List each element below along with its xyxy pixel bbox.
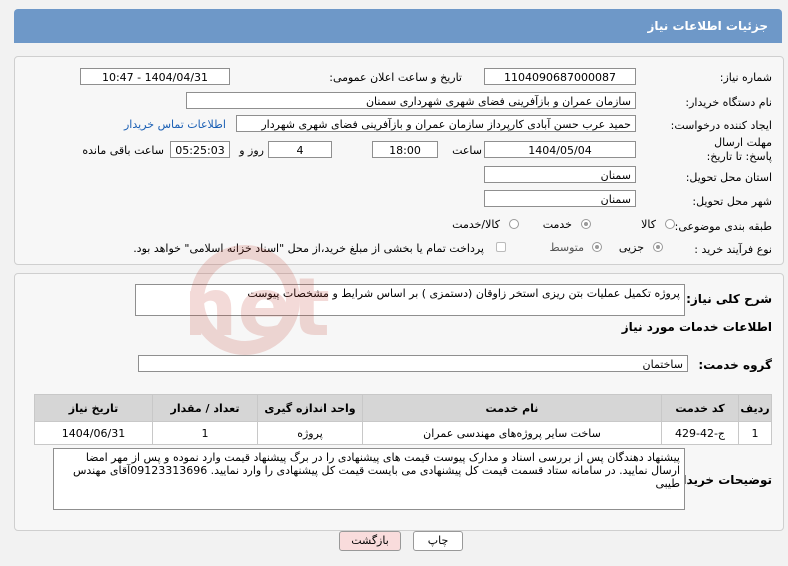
remaining-time-field[interactable]: 05:25:03 bbox=[170, 141, 230, 158]
service-group-field[interactable]: ساختمان bbox=[138, 355, 688, 372]
col-service-name: نام خدمت bbox=[362, 394, 662, 422]
summary-field[interactable]: پروژه تکمیل عملیات بتن ریزی استخر زاوقان… bbox=[135, 284, 685, 316]
process-radio-medium[interactable] bbox=[592, 242, 602, 252]
category-radio-goods[interactable] bbox=[665, 219, 675, 229]
announce-datetime-field[interactable]: 1404/04/31 - 10:47 bbox=[80, 68, 230, 85]
category-radio-service[interactable] bbox=[581, 219, 591, 229]
services-table: ردیف کد خدمت نام خدمت واحد اندازه گیری ت… bbox=[34, 394, 772, 445]
process-option-medium: متوسط bbox=[549, 241, 584, 254]
process-label: نوع فرآیند خرید : bbox=[694, 243, 772, 256]
category-label: طبقه بندی موضوعی: bbox=[674, 220, 772, 233]
table-row[interactable]: 1 ج-42-429 ساخت سایر پروژه‌های مهندسی عم… bbox=[34, 421, 772, 445]
page-title: جزئیات اطلاعات نیاز bbox=[647, 19, 768, 33]
announce-label: تاریخ و ساعت اعلان عمومی: bbox=[329, 71, 462, 84]
col-quantity: تعداد / مقدار bbox=[152, 394, 258, 422]
cell-unit: پروژه bbox=[257, 421, 363, 445]
cell-service-code: ج-42-429 bbox=[661, 421, 739, 445]
city-label: شهر محل تحویل: bbox=[692, 195, 772, 208]
category-radio-goods-service[interactable] bbox=[509, 219, 519, 229]
deadline-date-field[interactable]: 1404/05/04 bbox=[484, 141, 636, 158]
services-table-header: ردیف کد خدمت نام خدمت واحد اندازه گیری ت… bbox=[34, 394, 772, 422]
province-field[interactable]: سمنان bbox=[484, 166, 636, 183]
category-option-service: خدمت bbox=[542, 218, 572, 231]
service-group-label: گروه خدمت: bbox=[698, 358, 772, 372]
page-header: جزئیات اطلاعات نیاز bbox=[14, 9, 782, 43]
col-service-code: کد خدمت bbox=[661, 394, 739, 422]
cell-service-name: ساخت سایر پروژه‌های مهندسی عمران bbox=[362, 421, 662, 445]
need-number-label: شماره نیاز: bbox=[719, 71, 772, 84]
creator-label: ایجاد کننده درخواست: bbox=[670, 119, 772, 132]
print-button[interactable]: چاپ bbox=[413, 531, 463, 551]
remaining-label: ساعت باقی مانده bbox=[82, 144, 164, 157]
col-need-date: تاریخ نیاز bbox=[34, 394, 153, 422]
buyer-contact-link[interactable]: اطلاعات تماس خریدار bbox=[124, 118, 226, 131]
time-label: ساعت bbox=[452, 144, 482, 157]
category-option-goods-service: کالا/خدمت bbox=[452, 218, 500, 231]
cell-need-date: 1404/06/31 bbox=[34, 421, 153, 445]
col-row-number: ردیف bbox=[738, 394, 772, 422]
services-section-title: اطلاعات خدمات مورد نیاز bbox=[621, 320, 772, 334]
summary-label: شرح کلی نیاز: bbox=[686, 292, 772, 306]
cell-quantity: 1 bbox=[152, 421, 258, 445]
col-unit: واحد اندازه گیری bbox=[257, 394, 363, 422]
cell-row-number: 1 bbox=[738, 421, 772, 445]
back-button[interactable]: بازگشت bbox=[339, 531, 401, 551]
need-number-field[interactable]: 1104090687000087 bbox=[484, 68, 636, 85]
buyer-notes-field[interactable]: پیشنهاد دهندگان پس از بررسی اسناد و مدار… bbox=[53, 448, 685, 510]
payment-note: پرداخت تمام یا بخشی از مبلغ خرید،از محل … bbox=[133, 242, 484, 255]
buyer-org-field[interactable]: سازمان عمران و بازآفرینی فضای شهری شهردا… bbox=[186, 92, 636, 109]
city-field[interactable]: سمنان bbox=[484, 190, 636, 207]
payment-checkbox[interactable] bbox=[496, 242, 506, 252]
province-label: استان محل تحویل: bbox=[685, 171, 772, 184]
days-field[interactable]: 4 bbox=[268, 141, 332, 158]
info-panel bbox=[14, 56, 784, 265]
creator-field[interactable]: حمید عرب حسن آبادی کارپرداز سازمان عمران… bbox=[236, 115, 636, 132]
process-radio-minor[interactable] bbox=[653, 242, 663, 252]
buyer-notes-label: توضیحات خریدار: bbox=[670, 473, 772, 487]
deadline-time-field[interactable]: 18:00 bbox=[372, 141, 438, 158]
buyer-org-label: نام دستگاه خریدار: bbox=[685, 96, 772, 109]
days-label: روز و bbox=[239, 144, 264, 157]
process-option-minor: جزیی bbox=[618, 241, 644, 254]
deadline-label: مهلت ارسال پاسخ: تا تاریخ: bbox=[706, 136, 772, 163]
category-option-goods: کالا bbox=[641, 218, 656, 231]
